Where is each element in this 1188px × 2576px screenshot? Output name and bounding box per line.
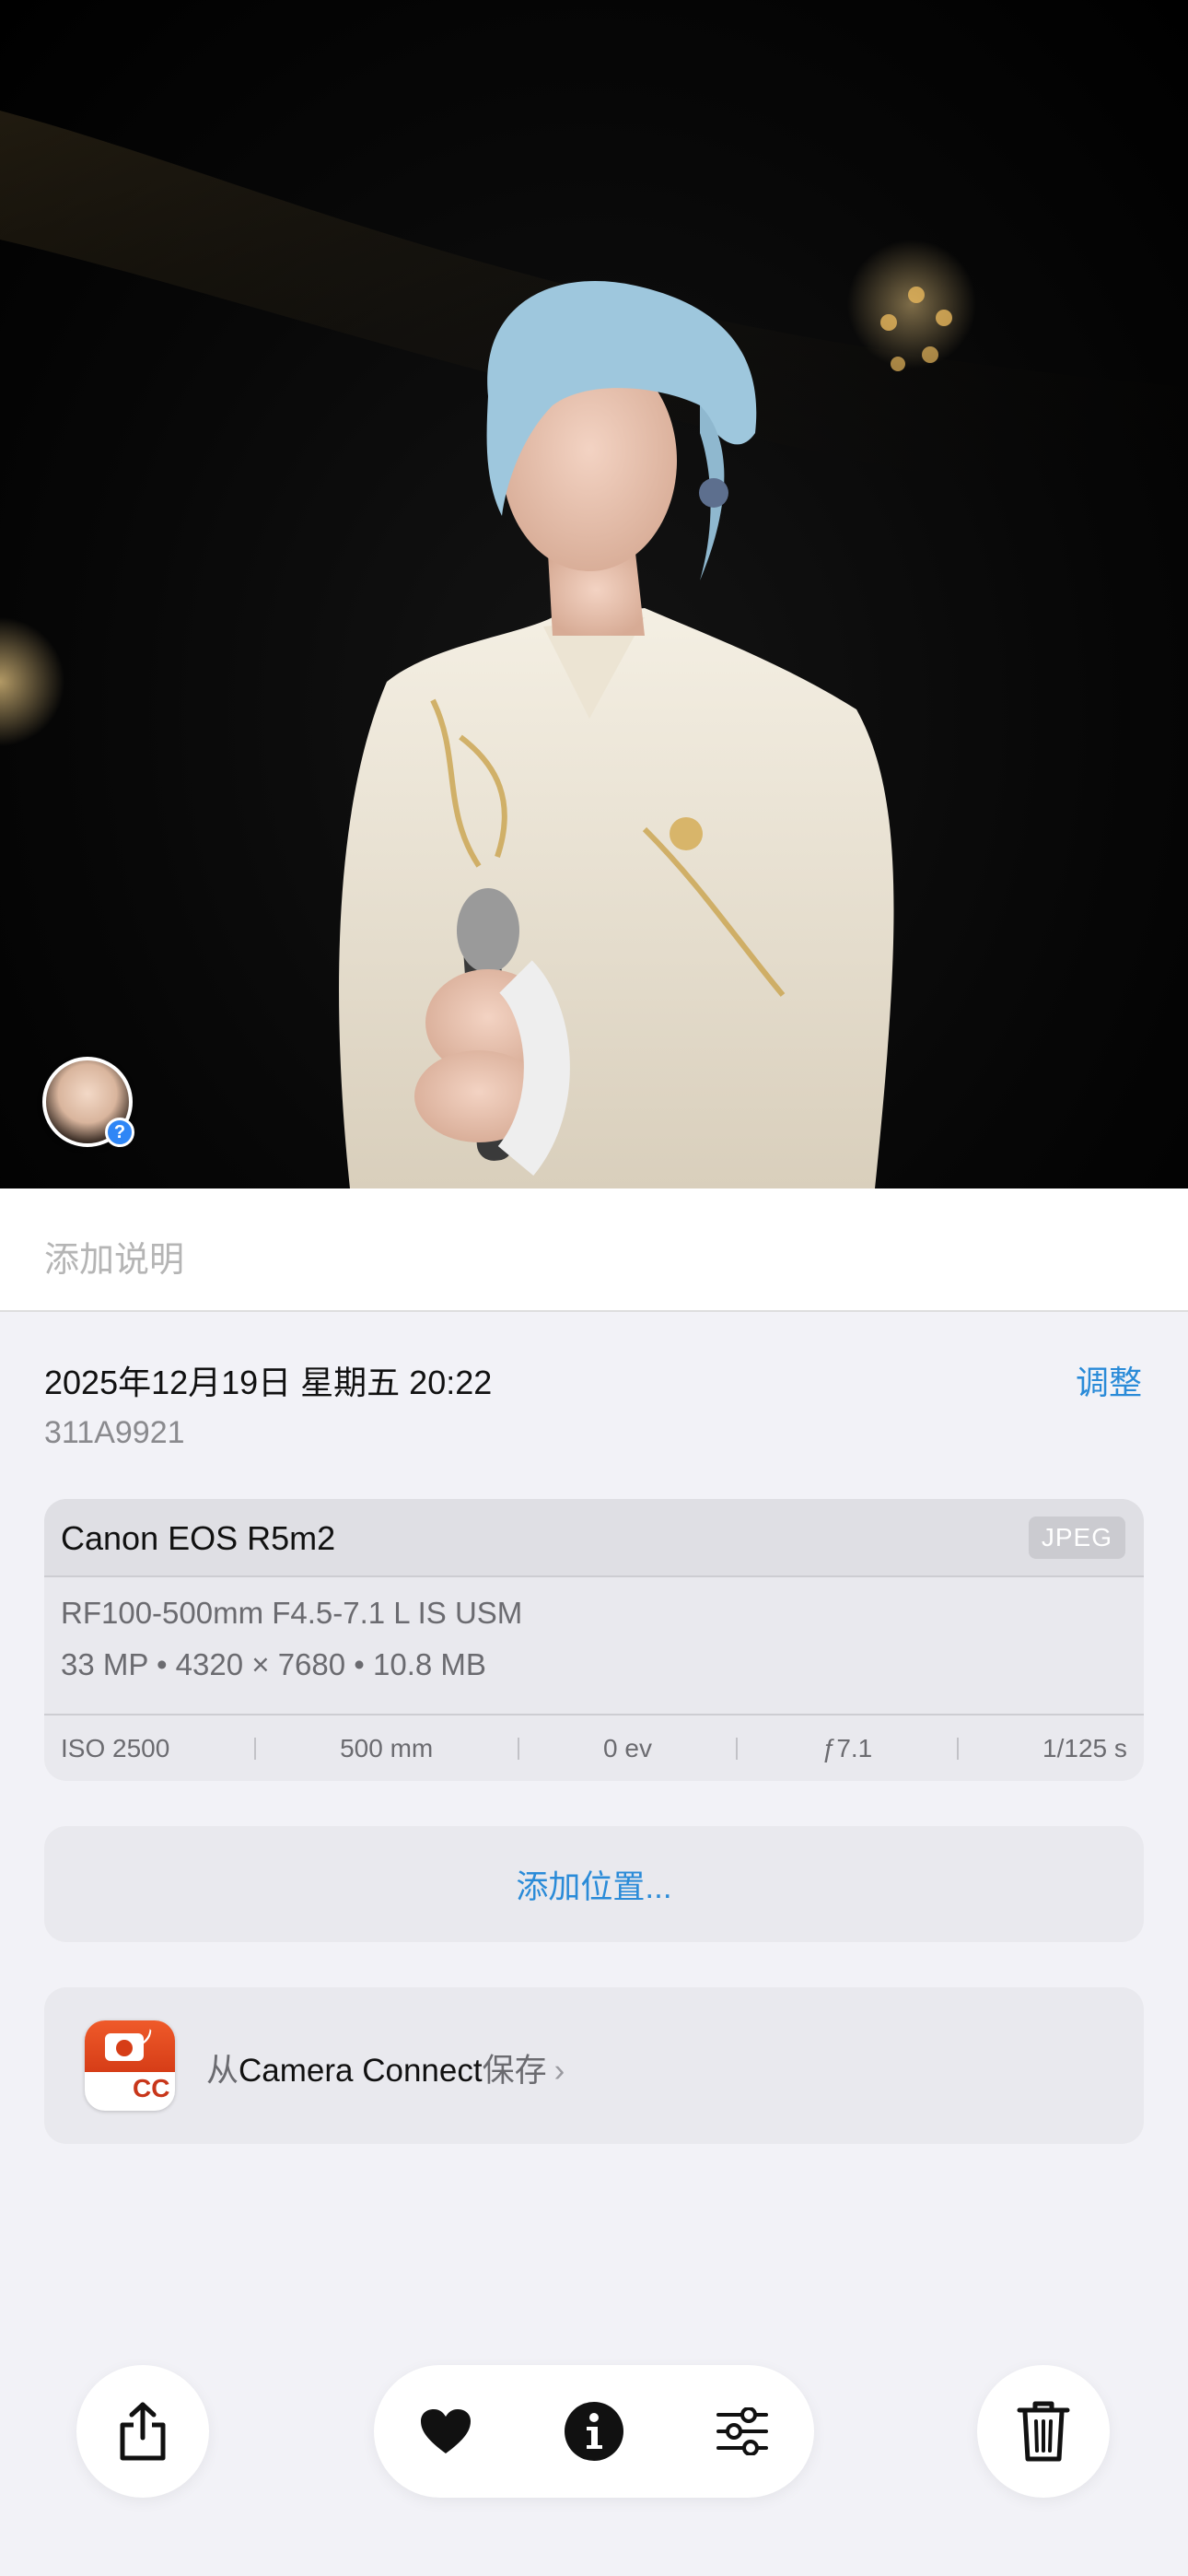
divider	[736, 1737, 739, 1760]
exposure-value: 0 ev	[603, 1733, 652, 1762]
caption-field[interactable]: 添加说明	[0, 1188, 1188, 1312]
divider	[956, 1737, 959, 1760]
photo-viewer[interactable]: ?	[0, 0, 1188, 1188]
lens-info: RF100-500mm F4.5-7.1 L IS USM	[61, 1596, 523, 1630]
camera-connect-app-icon: ) CC	[85, 2020, 175, 2111]
delete-button[interactable]	[977, 2365, 1110, 2498]
favorite-button[interactable]	[413, 2398, 479, 2465]
sliders-icon	[716, 2407, 768, 2455]
iso-value: ISO 2500	[61, 1733, 170, 1762]
camera-model: Canon EOS R5m2	[61, 1519, 336, 1557]
share-icon	[120, 2402, 166, 2461]
heart-icon	[421, 2409, 471, 2453]
exif-header: Canon EOS R5m2 JPEG	[44, 1499, 1144, 1577]
adjust-date-button[interactable]: 调整	[1076, 1356, 1142, 1404]
aperture-value: ƒ7.1	[821, 1733, 873, 1762]
source-app-text[interactable]: 从Camera Connect保存 ›	[206, 2044, 565, 2091]
photo-filename: 311A9921	[44, 1415, 185, 1450]
divider	[517, 1737, 519, 1760]
people-face-chip[interactable]: ?	[42, 1057, 134, 1147]
exif-settings-row: ISO 2500 500 mm 0 ev ƒ7.1 1/125 s	[44, 1714, 1144, 1781]
exif-card: Canon EOS R5m2 JPEG RF100-500mm F4.5-7.1…	[44, 1499, 1144, 1781]
add-location-label: 添加位置...	[516, 1868, 672, 1905]
caption-placeholder[interactable]: 添加说明	[44, 1231, 184, 1282]
trash-icon	[1017, 2401, 1070, 2462]
source-app-row[interactable]: ) CC 从Camera Connect保存 ›	[44, 1987, 1144, 2144]
unknown-person-badge: ?	[105, 1118, 134, 1147]
add-location-button[interactable]: 添加位置...	[44, 1826, 1144, 1942]
divider	[253, 1737, 256, 1760]
action-pill	[374, 2365, 814, 2498]
app-icon-label: CC	[133, 2074, 170, 2102]
info-icon	[565, 2402, 623, 2461]
share-button[interactable]	[76, 2365, 209, 2498]
photo-date: 2025年12月19日 星期五 20:22	[44, 1364, 493, 1401]
focal-length-value: 500 mm	[340, 1733, 434, 1762]
source-app-name: Camera Connect	[239, 2053, 483, 2089]
shutter-speed-value: 1/125 s	[1042, 1733, 1127, 1762]
image-specs: 33 MP • 4320 × 7680 • 10.8 MB	[61, 1647, 486, 1681]
format-badge: JPEG	[1028, 1516, 1125, 1559]
source-prefix: 从	[206, 2053, 239, 2089]
chevron-right-icon: ›	[553, 2053, 565, 2089]
edit-button[interactable]	[709, 2398, 775, 2465]
info-button[interactable]	[561, 2398, 627, 2465]
source-suffix: 保存	[482, 2053, 547, 2089]
concert-photo	[0, 111, 1188, 1188]
